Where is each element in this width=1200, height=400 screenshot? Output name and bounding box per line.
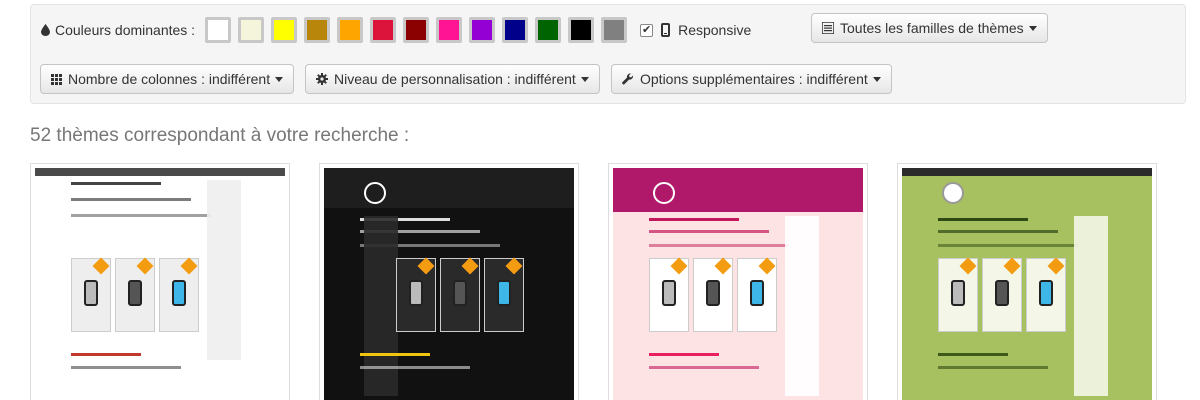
color-swatch[interactable] xyxy=(304,17,331,43)
customization-label: Niveau de personnalisation : indifférent xyxy=(334,71,576,87)
preview-logo xyxy=(942,182,964,204)
theme-families-label: Toutes les familles de thèmes xyxy=(840,20,1024,36)
preview-phone xyxy=(453,280,467,306)
preview-text-line xyxy=(71,182,161,185)
color-swatches xyxy=(205,17,634,43)
preview-text-line xyxy=(938,230,1058,233)
preview-header xyxy=(613,168,863,212)
colors-label: Couleurs dominantes : xyxy=(55,22,196,38)
color-swatch[interactable] xyxy=(238,17,265,43)
caret-down-icon xyxy=(275,76,284,82)
columns-dropdown[interactable]: Nombre de colonnes : indifférent xyxy=(40,64,295,94)
preview-phone xyxy=(750,280,764,306)
gear-icon xyxy=(316,73,328,85)
preview-sidebar xyxy=(364,216,398,396)
wrench-icon xyxy=(622,73,634,85)
customization-dropdown[interactable]: Niveau de personnalisation : indifférent xyxy=(305,64,600,94)
color-swatch[interactable] xyxy=(403,17,430,43)
tint-icon xyxy=(41,24,50,36)
preview-phone xyxy=(497,280,511,306)
caret-down-icon xyxy=(872,76,881,82)
responsive-checkbox[interactable]: ✔ xyxy=(640,23,654,37)
theme-thumbnail[interactable] xyxy=(319,163,579,400)
theme-thumbnail[interactable] xyxy=(897,163,1157,400)
preview-text-line xyxy=(71,214,211,217)
color-swatch[interactable] xyxy=(469,17,496,43)
preview-text-line xyxy=(649,366,759,369)
color-filter-row: Couleurs dominantes : ✔ Responsive xyxy=(41,15,767,45)
list-icon xyxy=(822,22,834,34)
color-swatch[interactable] xyxy=(601,17,628,43)
caret-down-icon xyxy=(580,76,589,82)
theme-families-dropdown[interactable]: Toutes les familles de thèmes xyxy=(811,13,1048,43)
preview-logo xyxy=(653,182,675,204)
preview-text-line xyxy=(938,353,1008,356)
theme-preview-image xyxy=(35,168,285,400)
theme-preview-image xyxy=(613,168,863,400)
preview-phone xyxy=(84,280,98,306)
color-swatch[interactable] xyxy=(568,17,595,43)
preview-phone xyxy=(172,280,186,306)
theme-thumbnail[interactable] xyxy=(30,163,290,400)
theme-preview-image xyxy=(902,168,1152,400)
extra-options-label: Options supplémentaires : indifférent xyxy=(640,71,868,87)
preview-phone xyxy=(128,280,142,306)
preview-phone xyxy=(1039,280,1053,306)
color-swatch[interactable] xyxy=(535,17,562,43)
theme-thumbnail[interactable] xyxy=(608,163,868,400)
preview-text-line xyxy=(71,353,141,356)
preview-header xyxy=(902,168,1152,176)
mobile-phone-icon xyxy=(661,23,671,37)
preview-text-line xyxy=(360,366,470,369)
preview-phone xyxy=(995,280,1009,306)
preview-text-line xyxy=(360,353,430,356)
preview-header xyxy=(35,168,285,176)
color-swatch[interactable] xyxy=(370,17,397,43)
preview-text-line xyxy=(649,218,739,221)
caret-down-icon xyxy=(1028,25,1037,31)
theme-preview-image xyxy=(324,168,574,400)
preview-header xyxy=(324,168,574,208)
preview-text-line xyxy=(649,353,719,356)
responsive-label: Responsive xyxy=(678,22,752,38)
columns-label: Nombre de colonnes : indifférent xyxy=(68,71,271,87)
preview-text-line xyxy=(649,244,789,247)
results-count: 52 thèmes correspondant à votre recherch… xyxy=(30,125,410,146)
preview-sidebar xyxy=(207,180,241,360)
preview-text-line xyxy=(649,230,769,233)
preview-logo xyxy=(364,182,386,204)
filter-panel: Couleurs dominantes : ✔ Responsive Toute… xyxy=(30,4,1186,104)
preview-text-line xyxy=(71,198,191,201)
preview-text-line xyxy=(71,366,181,369)
preview-text-line xyxy=(938,366,1048,369)
preview-phone xyxy=(409,280,423,306)
color-swatch[interactable] xyxy=(271,17,298,43)
preview-sidebar xyxy=(785,216,819,396)
preview-phone xyxy=(951,280,965,306)
preview-text-line xyxy=(938,244,1078,247)
color-swatch[interactable] xyxy=(436,17,463,43)
preview-sidebar xyxy=(1074,216,1108,396)
preview-phone xyxy=(662,280,676,306)
color-swatch[interactable] xyxy=(205,17,232,43)
color-swatch[interactable] xyxy=(337,17,364,43)
grid-icon xyxy=(51,73,62,85)
color-swatch[interactable] xyxy=(502,17,529,43)
extra-options-dropdown[interactable]: Options supplémentaires : indifférent xyxy=(611,64,892,94)
preview-text-line xyxy=(938,218,1028,221)
check-icon: ✔ xyxy=(641,23,652,36)
preview-phone xyxy=(706,280,720,306)
